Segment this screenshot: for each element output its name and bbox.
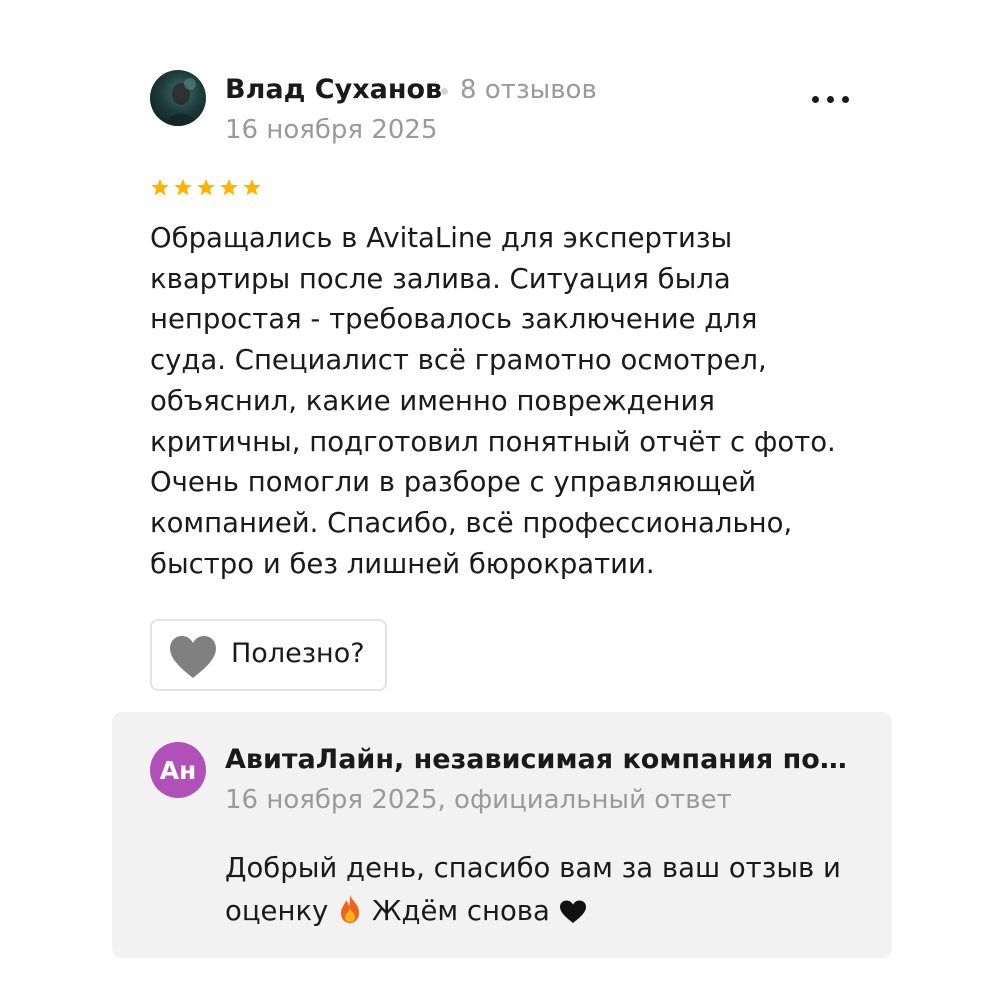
review-text-line: Очень помогли в разборе с управляющей <box>150 466 757 499</box>
star-icon <box>150 178 170 197</box>
review-text-line: Обращались в AvitaLine для экспертизы <box>150 222 733 254</box>
review-text-line: объяснил, какие именно повреждения <box>150 384 715 417</box>
star-icon <box>219 178 239 197</box>
helpful-label: Полезно? <box>231 638 365 669</box>
helpful-button[interactable]: Полезно? <box>150 619 387 691</box>
review-text-line: квартиры после залива. Ситуация была <box>150 262 731 295</box>
reply-text: Добрый день, спасибо вам за ваш отзыв и … <box>225 847 875 933</box>
company-name[interactable]: АвитаЛайн, независимая компания по... <box>225 744 850 775</box>
official-reply: Ан АвитаЛайн, независимая компания по...… <box>112 712 892 958</box>
author-name[interactable]: Влад Суханов <box>225 74 442 105</box>
company-avatar[interactable]: Ан <box>150 742 206 798</box>
review-text-line: быстро и без лишней бюрократии. <box>150 547 655 580</box>
review-text-line: непростая - требовалось заключение для <box>150 303 758 336</box>
separator-dot <box>441 88 448 95</box>
review-text-line: компанией. Спасибо, всё профессионально, <box>150 506 793 539</box>
reply-fragment: Ждём снова <box>371 895 550 927</box>
star-icon <box>242 178 262 197</box>
reply-meta: 16 ноября 2025, официальный ответ <box>225 785 732 815</box>
star-icon <box>196 178 216 197</box>
review-text: Обращались в AvitaLine для экспертизы ква… <box>150 218 860 584</box>
more-dot <box>827 96 834 103</box>
fire-emoji-icon <box>337 894 363 924</box>
reply-line: Добрый день, спасибо вам за ваш отзыв и <box>225 852 841 884</box>
author-avatar[interactable] <box>150 70 206 126</box>
reply-fragment: оценку <box>225 895 329 927</box>
black-heart-emoji-icon <box>559 900 587 924</box>
heart-icon <box>168 635 218 679</box>
review-text-line: критичны, подготовил понятный отчёт с фо… <box>150 425 836 458</box>
star-icon <box>173 178 193 197</box>
rating-stars <box>150 178 262 197</box>
review-date: 16 ноября 2025 <box>225 115 438 145</box>
review-text-line: суда. Специалист всё грамотно осмотрел, <box>150 344 767 377</box>
author-reviews-count[interactable]: 8 отзывов <box>460 75 597 105</box>
reply-line: оценку Ждём снова <box>225 890 875 933</box>
more-dot <box>812 96 819 103</box>
more-dot <box>842 96 849 103</box>
more-options-icon[interactable] <box>804 84 856 114</box>
